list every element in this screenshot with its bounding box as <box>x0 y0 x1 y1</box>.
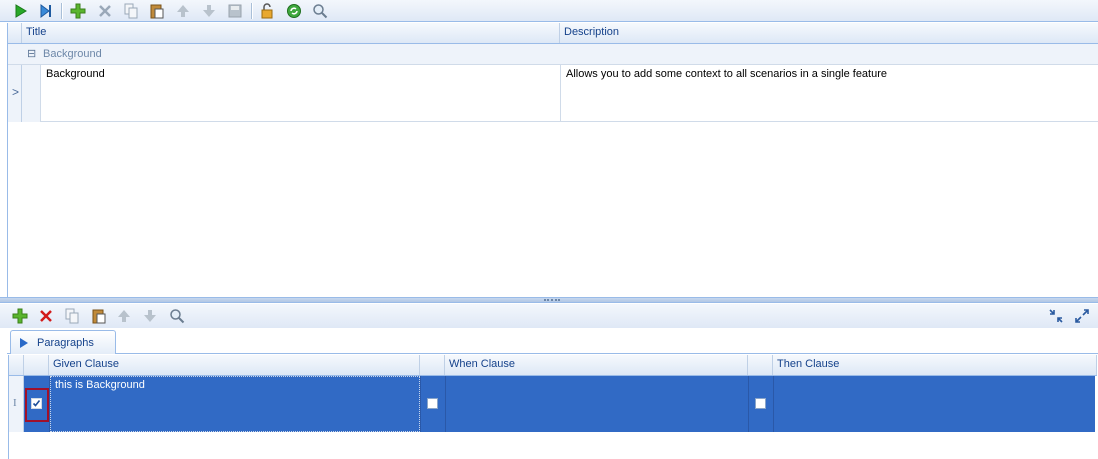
paste-icon[interactable] <box>147 2 167 20</box>
checkmark-icon <box>32 400 41 407</box>
tab-label: Paragraphs <box>37 337 94 349</box>
panel-splitter[interactable] <box>0 297 1098 303</box>
move-down-icon[interactable] <box>140 307 160 325</box>
move-up-icon[interactable] <box>114 307 134 325</box>
search-icon[interactable] <box>310 2 330 20</box>
top-toolbar <box>0 0 1098 22</box>
table-row[interactable]: I this is Background <box>9 376 1097 432</box>
edit-cursor-icon: I <box>13 397 17 409</box>
lock-icon[interactable] <box>257 2 277 20</box>
top-grid: Title Description ⊟ Background > Backgro… <box>7 23 1098 297</box>
row-indicator: I <box>9 376 24 432</box>
cell-divider <box>560 65 561 122</box>
tab-arrow-icon <box>20 338 28 348</box>
cell-given-text: this is Background <box>55 379 145 391</box>
cell-divider <box>420 376 421 432</box>
bottom-toolbar <box>0 304 1098 328</box>
column-header-given[interactable]: Given Clause <box>49 355 420 375</box>
column-header-title[interactable]: Title <box>22 23 560 43</box>
cell-divider <box>445 376 446 432</box>
delete-icon[interactable] <box>36 307 56 325</box>
copy-icon[interactable] <box>121 2 141 20</box>
refresh-icon[interactable] <box>284 2 304 20</box>
current-row-arrow-icon: > <box>12 85 20 99</box>
column-header-when[interactable]: When Clause <box>445 355 748 375</box>
row-indicator-header <box>9 355 24 375</box>
checkbox-column-header <box>748 355 773 375</box>
cell-given-clause[interactable]: this is Background <box>50 376 420 432</box>
add-icon[interactable] <box>10 307 30 325</box>
play-icon[interactable] <box>10 2 30 20</box>
when-checkbox[interactable] <box>427 398 438 409</box>
checkbox-column-header <box>420 355 445 375</box>
tab-strip: Paragraphs <box>7 328 1098 354</box>
tab-paragraphs[interactable]: Paragraphs <box>10 330 116 354</box>
then-checkbox[interactable] <box>755 398 766 409</box>
cell-divider <box>748 376 749 432</box>
column-header-description[interactable]: Description <box>560 23 1098 43</box>
save-icon[interactable] <box>225 2 245 20</box>
search-icon[interactable] <box>167 307 187 325</box>
bottom-grid-header: Given Clause When Clause Then Clause <box>9 355 1097 376</box>
top-grid-header: Title Description <box>8 23 1098 44</box>
cell-divider <box>773 376 774 432</box>
move-down-icon[interactable] <box>199 2 219 20</box>
row-indicator: > <box>8 65 22 122</box>
group-row[interactable]: ⊟ Background <box>8 44 1098 65</box>
cell-title[interactable]: Background <box>46 68 105 80</box>
given-checkbox[interactable] <box>31 398 42 409</box>
group-label: Background <box>43 48 102 60</box>
group-indent <box>22 65 41 122</box>
group-collapse-icon[interactable]: ⊟ <box>27 47 36 60</box>
copy-icon[interactable] <box>62 307 82 325</box>
step-icon[interactable] <box>36 2 56 20</box>
checkbox-column-header <box>24 355 49 375</box>
toolbar-separator <box>61 3 63 19</box>
toolbar-separator <box>251 3 253 19</box>
column-header-then[interactable]: Then Clause <box>773 355 1097 375</box>
delete-icon[interactable] <box>95 2 115 20</box>
expand-icon[interactable] <box>1072 307 1092 325</box>
table-row[interactable]: > Background Allows you to add some cont… <box>8 65 1098 122</box>
cell-description[interactable]: Allows you to add some context to all sc… <box>566 68 887 80</box>
paste-icon[interactable] <box>89 307 109 325</box>
add-icon[interactable] <box>68 2 88 20</box>
bottom-grid: Given Clause When Clause Then Clause I t… <box>8 355 1097 459</box>
splitter-grip <box>544 299 560 301</box>
collapse-icon[interactable] <box>1046 307 1066 325</box>
move-up-icon[interactable] <box>173 2 193 20</box>
row-indicator-header <box>8 23 22 43</box>
